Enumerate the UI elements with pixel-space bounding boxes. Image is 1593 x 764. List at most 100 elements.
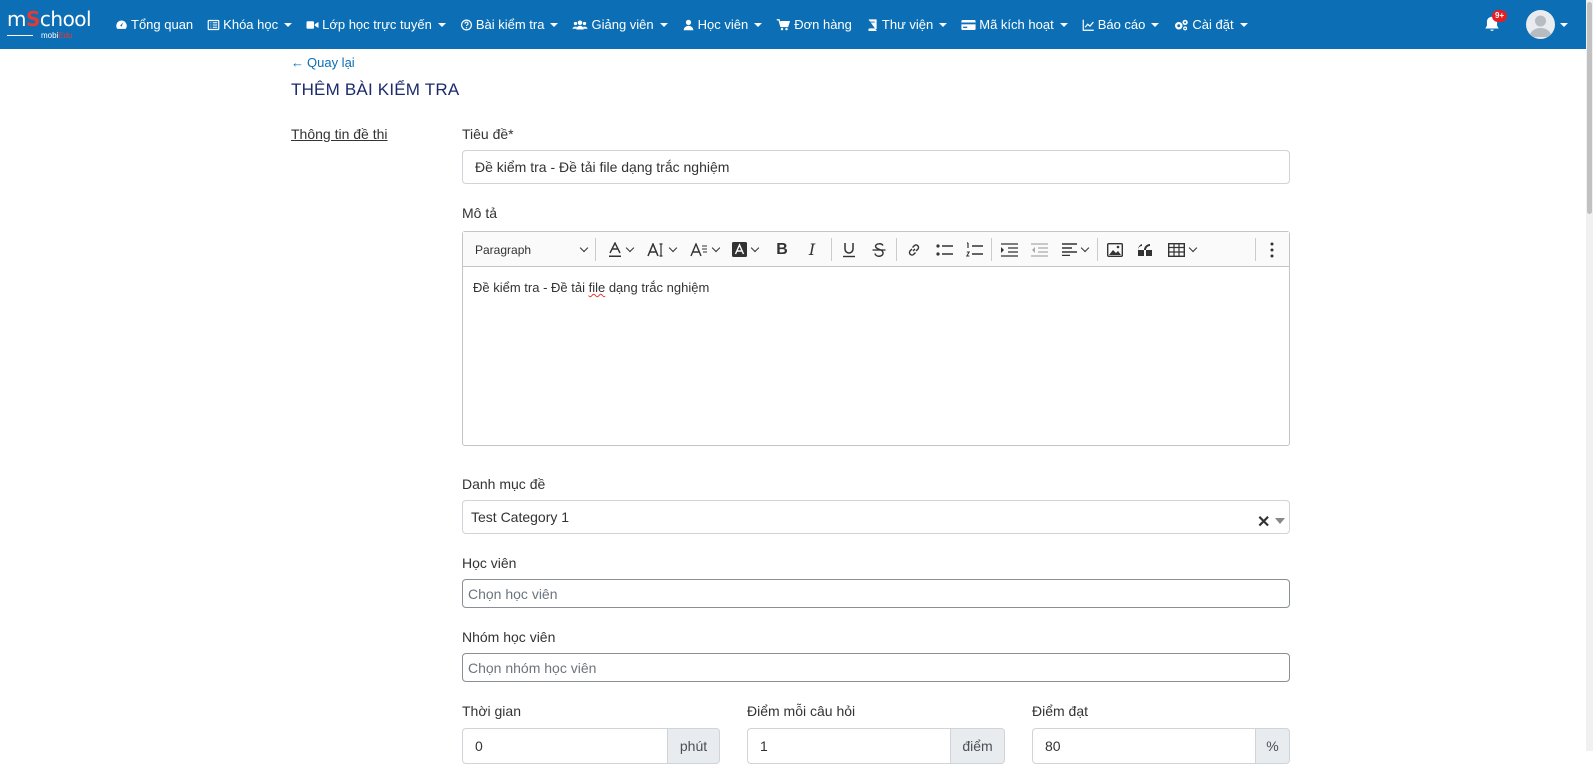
- time-label: Thời gian: [462, 703, 521, 719]
- highlight-button[interactable]: [728, 232, 762, 267]
- menu-item-library[interactable]: Thư viện: [866, 17, 948, 32]
- numbered-list-button[interactable]: [960, 232, 988, 267]
- credit-card-icon: [961, 19, 976, 30]
- caret-down-icon: [1151, 22, 1160, 27]
- top-navbar: mSchool mobiEdu Tổng quan Khóa học Lớp h…: [0, 0, 1593, 49]
- main-menu: Tổng quan Khóa học Lớp học trực tuyến Bà…: [115, 0, 1262, 49]
- menu-item-students[interactable]: Học viên: [682, 17, 763, 32]
- users-icon: [572, 20, 588, 29]
- pass-score-unit-addon: %: [1256, 728, 1290, 764]
- menu-item-tests[interactable]: Bài kiểm tra: [460, 17, 559, 32]
- bulleted-list-icon: [935, 243, 953, 256]
- menu-label: Cài đặt: [1192, 17, 1234, 32]
- pass-score-input[interactable]: 80: [1032, 728, 1256, 764]
- toolbar-separator: [595, 238, 596, 261]
- avatar[interactable]: [1526, 10, 1555, 39]
- chevron-down-icon: [750, 243, 760, 253]
- underline-button[interactable]: [835, 232, 863, 267]
- paragraph-style-dropdown[interactable]: Paragraph: [475, 232, 589, 267]
- font-family-button[interactable]: [686, 232, 722, 267]
- strikethrough-icon: [872, 242, 886, 257]
- clear-selection-icon[interactable]: ✕: [1257, 512, 1270, 532]
- category-label: Danh mục đề: [462, 476, 546, 492]
- alignment-button[interactable]: [1057, 232, 1093, 267]
- points-per-question-input[interactable]: 1: [747, 728, 951, 764]
- page-title: THÊM BÀI KIỂM TRA: [291, 80, 460, 99]
- font-color-button[interactable]: [603, 232, 637, 267]
- caret-down-icon: [1059, 22, 1068, 27]
- points-unit-addon: điểm: [951, 728, 1005, 764]
- points-per-question-label: Điểm mỗi câu hỏi: [747, 703, 856, 719]
- paragraph-style-label: Paragraph: [475, 242, 532, 257]
- menu-label: Mã kích hoạt: [979, 17, 1054, 32]
- link-button[interactable]: [900, 232, 928, 267]
- arrow-left-icon: ←: [291, 55, 304, 70]
- toolbar-separator: [991, 238, 992, 261]
- link-icon: [908, 243, 920, 256]
- menu-item-courses[interactable]: Khóa học: [207, 17, 293, 32]
- mschool-logo[interactable]: mSchool mobiEdu: [7, 8, 97, 42]
- page-scrollbar[interactable]: [1586, 0, 1593, 751]
- caret-down-icon: [659, 22, 668, 27]
- outdent-button[interactable]: [1025, 232, 1053, 267]
- more-options-button[interactable]: [1259, 232, 1285, 267]
- align-left-icon: [1062, 243, 1077, 256]
- menu-label: Báo cáo: [1097, 17, 1146, 32]
- category-select[interactable]: Test Category 1: [462, 500, 1290, 534]
- menu-label: Đơn hàng: [794, 17, 852, 32]
- menu-item-activation-codes[interactable]: Mã kích hoạt: [961, 17, 1068, 32]
- editor-toolbar: Paragraph B I: [463, 232, 1289, 267]
- time-input[interactable]: 0: [462, 728, 668, 764]
- editor-content[interactable]: Đề kiểm tra - Đề tải file dạng trắc nghi…: [473, 280, 709, 295]
- font-size-button[interactable]: [643, 232, 679, 267]
- bulleted-list-button[interactable]: [930, 232, 958, 267]
- indent-icon: [1000, 242, 1018, 257]
- video-icon: [306, 20, 319, 29]
- highlight-icon: [732, 242, 747, 257]
- menu-label: Tổng quan: [131, 17, 194, 32]
- strikethrough-button[interactable]: [865, 232, 893, 267]
- vertical-ellipsis-icon: [1270, 242, 1274, 257]
- title-input[interactable]: Đề kiểm tra - Đề tải file dạng trắc nghi…: [462, 150, 1290, 184]
- cart-icon: [776, 18, 791, 30]
- pass-score-label: Điểm đạt: [1032, 703, 1089, 719]
- caret-down-icon: [1239, 22, 1248, 27]
- menu-item-online-classes[interactable]: Lớp học trực tuyến: [306, 17, 446, 32]
- menu-item-dashboard[interactable]: Tổng quan: [115, 17, 193, 32]
- student-groups-label: Nhóm học viên: [462, 629, 556, 645]
- dashboard-icon: [116, 20, 127, 29]
- quote-icon: [1137, 243, 1152, 256]
- scrollbar-thumb[interactable]: [1587, 2, 1592, 214]
- insert-image-button[interactable]: [1101, 232, 1129, 267]
- title-label: Tiêu đề*: [462, 126, 514, 142]
- menu-label: Giảng viên: [591, 17, 654, 32]
- user-avatar-icon: [1529, 15, 1552, 37]
- chevron-down-icon: [1188, 243, 1198, 253]
- student-groups-select[interactable]: Chọn nhóm học viên: [462, 653, 1290, 682]
- description-label: Mô tả: [462, 205, 498, 221]
- indent-button[interactable]: [995, 232, 1023, 267]
- list-icon: [207, 19, 220, 30]
- menu-item-orders[interactable]: Đơn hàng: [776, 17, 852, 32]
- caret-down-icon: [939, 22, 948, 27]
- toolbar-separator: [1255, 238, 1256, 261]
- caret-down-icon[interactable]: [1275, 518, 1285, 524]
- menu-item-reports[interactable]: Báo cáo: [1082, 17, 1160, 32]
- blockquote-button[interactable]: [1131, 232, 1159, 267]
- menu-item-teachers[interactable]: Giảng viên: [572, 17, 668, 32]
- students-select[interactable]: Chọn học viên: [462, 579, 1290, 608]
- editor-misspelled-word: file: [588, 280, 606, 295]
- italic-button[interactable]: I: [798, 232, 826, 267]
- bold-button[interactable]: B: [768, 232, 796, 267]
- bold-icon: B: [776, 240, 788, 258]
- menu-label: Khóa học: [223, 17, 279, 32]
- insert-table-button[interactable]: [1163, 232, 1201, 267]
- students-label: Học viên: [462, 555, 517, 571]
- caret-down-icon: [437, 22, 446, 27]
- notification-badge: 9+: [1492, 10, 1508, 22]
- menu-item-settings[interactable]: Cài đặt: [1173, 17, 1248, 32]
- back-link[interactable]: ← Quay lại: [291, 55, 355, 70]
- caret-down-icon[interactable]: [1560, 23, 1568, 27]
- menu-label: Bài kiểm tra: [475, 17, 545, 32]
- chevron-down-icon: [668, 243, 677, 253]
